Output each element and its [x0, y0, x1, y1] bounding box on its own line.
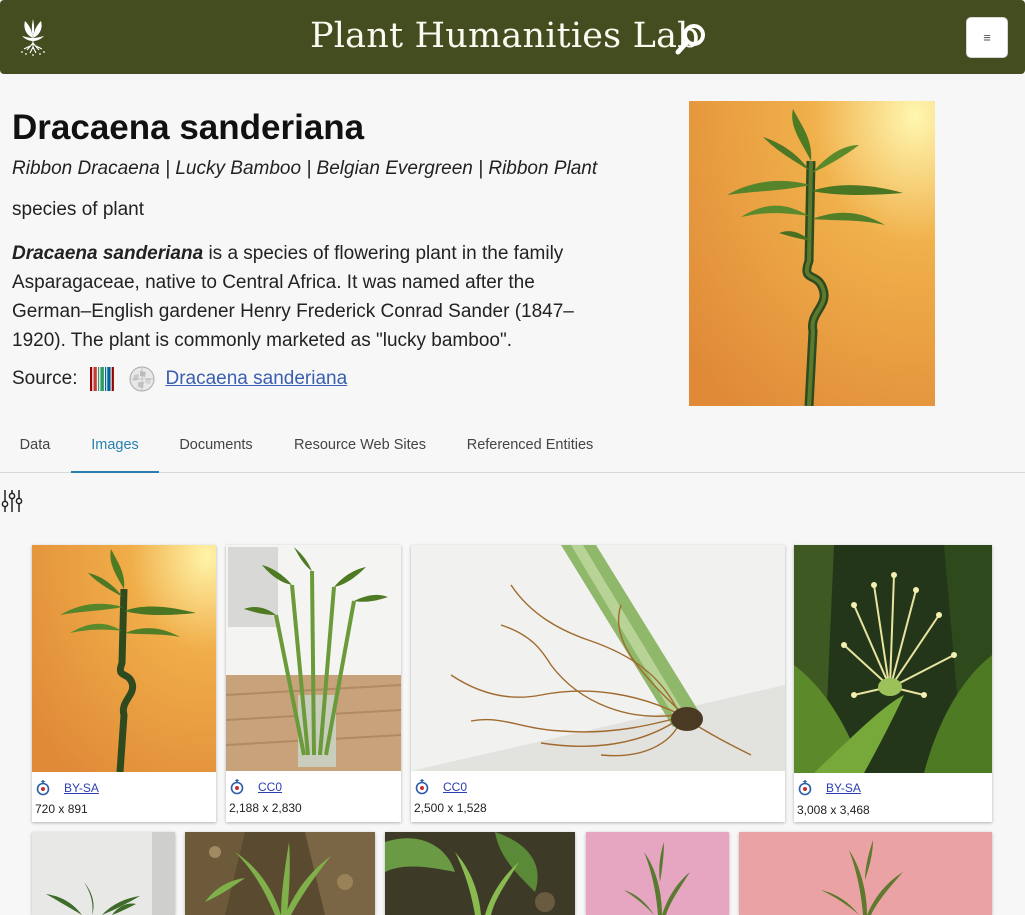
- top-navigation-bar: Plant Humanities Lab ≡: [0, 0, 1025, 74]
- entity-kind: species of plant: [12, 199, 145, 220]
- entity-title: Dracaena sanderiana: [12, 108, 365, 147]
- license-link[interactable]: CC0: [258, 780, 282, 794]
- wikimedia-commons-icon: [36, 780, 50, 796]
- gallery-card[interactable]: [32, 832, 175, 915]
- gallery-card[interactable]: [185, 832, 375, 915]
- entity-description: Dracaena sanderiana is a species of flow…: [12, 239, 612, 355]
- gallery-card[interactable]: [739, 832, 992, 915]
- gallery-thumbnail[interactable]: [586, 832, 729, 915]
- wikimedia-commons-icon: [415, 779, 429, 795]
- gallery-thumbnail[interactable]: [185, 832, 375, 915]
- gallery-thumbnail[interactable]: [794, 545, 992, 773]
- image-dimensions: 2,188 x 2,830: [229, 801, 302, 815]
- source-row: Source: Dracaena sanderiana: [12, 364, 347, 394]
- tab-documents[interactable]: Documents: [171, 425, 261, 473]
- plant-logo-icon[interactable]: [14, 16, 52, 56]
- gallery-thumbnail[interactable]: [739, 832, 992, 915]
- license-link[interactable]: BY-SA: [826, 781, 861, 795]
- gallery-card[interactable]: CC0 2,188 x 2,830: [226, 545, 401, 822]
- site-title[interactable]: Plant Humanities Lab: [310, 16, 700, 56]
- source-link[interactable]: Dracaena sanderiana: [165, 368, 347, 390]
- hamburger-menu-button[interactable]: ≡: [966, 17, 1008, 58]
- tab-bar: Data Images Documents Resource Web Sites…: [0, 425, 1025, 473]
- license-row: BY-SA: [797, 778, 861, 798]
- wikimedia-commons-icon: [230, 779, 244, 795]
- gallery-thumbnail[interactable]: [385, 832, 575, 915]
- gallery-card[interactable]: CC0 2,500 x 1,528: [411, 545, 785, 822]
- filter-sliders-icon[interactable]: [0, 488, 24, 514]
- license-row: CC0: [414, 777, 467, 797]
- description-bold-name: Dracaena sanderiana: [12, 243, 204, 264]
- wikidata-icon[interactable]: [89, 365, 129, 393]
- license-link[interactable]: CC0: [443, 780, 467, 794]
- gallery-thumbnail[interactable]: [32, 832, 175, 915]
- gallery-thumbnail[interactable]: [411, 545, 785, 771]
- tab-resource-web-sites[interactable]: Resource Web Sites: [283, 425, 437, 473]
- image-dimensions: 720 x 891: [35, 802, 88, 816]
- tab-referenced-entities[interactable]: Referenced Entities: [456, 425, 604, 473]
- gallery-thumbnail[interactable]: [32, 545, 216, 772]
- search-icon[interactable]: [672, 22, 708, 56]
- gallery-thumbnail[interactable]: [226, 545, 401, 771]
- tab-images[interactable]: Images: [71, 425, 159, 473]
- wikimedia-commons-icon: [798, 780, 812, 796]
- image-dimensions: 2,500 x 1,528: [414, 801, 487, 815]
- gallery-card[interactable]: BY-SA 720 x 891: [32, 545, 216, 822]
- gallery-card[interactable]: [385, 832, 575, 915]
- common-names: Ribbon Dracaena | Lucky Bamboo | Belgian…: [12, 158, 598, 179]
- gallery-card[interactable]: BY-SA 3,008 x 3,468: [794, 545, 992, 822]
- license-row: BY-SA: [35, 778, 99, 798]
- tab-data[interactable]: Data: [12, 425, 58, 473]
- license-row: CC0: [229, 777, 282, 797]
- source-label: Source:: [12, 368, 78, 389]
- image-dimensions: 3,008 x 3,468: [797, 803, 870, 817]
- license-link[interactable]: BY-SA: [64, 781, 99, 795]
- wikipedia-icon[interactable]: [129, 366, 165, 392]
- gallery-card[interactable]: [586, 832, 729, 915]
- hero-image[interactable]: [689, 101, 935, 406]
